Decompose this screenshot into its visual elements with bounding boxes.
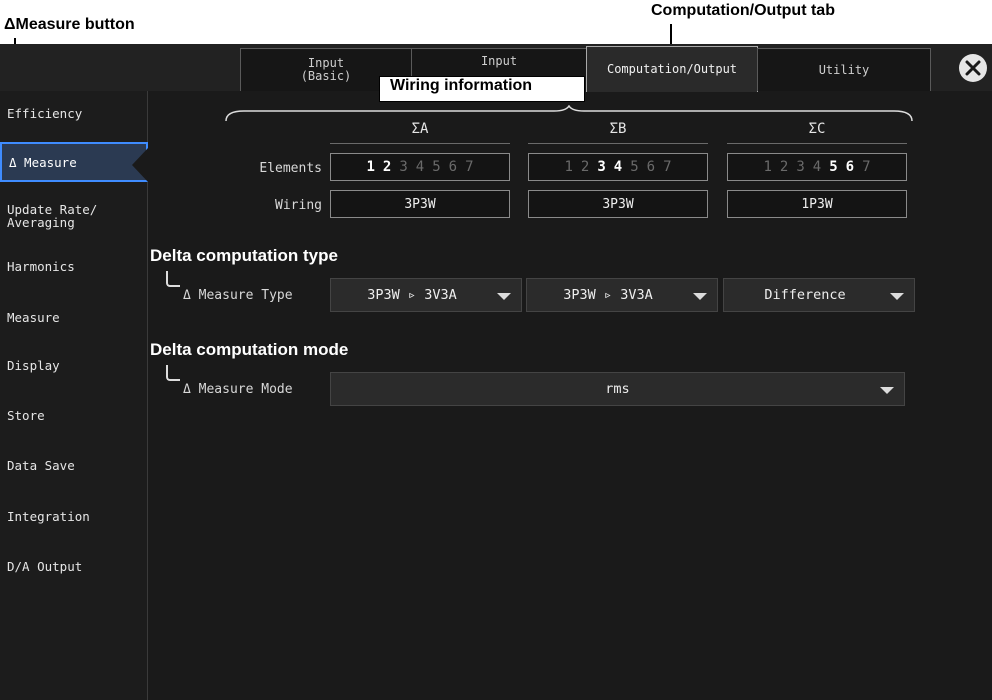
selection-notch-icon <box>132 148 148 182</box>
wiring-value-sigma-a: 3P3W <box>330 190 510 218</box>
element-number: 1 <box>564 159 573 175</box>
chevron-down-icon <box>890 293 904 300</box>
element-number: 5 <box>432 159 441 175</box>
element-number: 1 <box>763 159 772 175</box>
tab-computation-output[interactable]: Computation/Output <box>586 46 758 92</box>
elements-sigma-a: 1 2 3 4 5 6 7 <box>330 153 510 181</box>
computation-output-tab-callout: Computation/Output tab <box>651 2 835 19</box>
elbow-connector <box>166 365 180 381</box>
delta-measure-type-label: Δ Measure Type <box>183 288 293 303</box>
delta-type-dropdown-sigma-c[interactable]: Difference <box>723 278 915 312</box>
elements-sigma-c: 1 2 3 4 5 6 7 <box>727 153 907 181</box>
delta-type-section-title: Delta computation type <box>150 246 338 265</box>
element-number: 5 <box>829 159 838 175</box>
element-number: 2 <box>382 159 392 175</box>
sidebar-item-efficiency[interactable]: Efficiency <box>0 93 148 133</box>
delta-type-dropdown-sigma-b[interactable]: 3P3W ▹ 3V3A <box>526 278 718 312</box>
sidebar-item-store[interactable]: Store <box>0 395 148 435</box>
column-head-sigma-c: ΣC <box>808 121 826 137</box>
sidebar-item-display[interactable]: Display <box>0 345 148 385</box>
column-head-sigma-a: ΣA <box>411 121 429 137</box>
element-number: 4 <box>613 159 623 175</box>
element-number: 5 <box>630 159 639 175</box>
wiring-value-sigma-b: 3P3W <box>528 190 708 218</box>
column-head-sigma-b: ΣB <box>609 121 627 137</box>
sidebar-item-data-save[interactable]: Data Save <box>0 445 148 485</box>
sidebar-item-measure[interactable]: Measure <box>0 297 148 337</box>
element-number: 1 <box>366 159 375 175</box>
sidebar: Efficiency Δ Measure Update Rate/ Averag… <box>0 91 148 700</box>
sidebar-item-update-rate[interactable]: Update Rate/ Averaging <box>0 196 148 236</box>
elements-label: Elements <box>259 161 322 176</box>
delta-mode-section-title: Delta computation mode <box>150 340 349 359</box>
element-number: 3 <box>796 159 805 175</box>
element-number: 6 <box>646 159 656 175</box>
sidebar-item-integration[interactable]: Integration <box>0 496 148 536</box>
element-number: 2 <box>580 159 590 175</box>
column-divider <box>330 143 510 144</box>
element-number: 3 <box>399 159 408 175</box>
delta-measure-button-callout: ΔMeasure button <box>4 16 135 33</box>
element-number: 7 <box>862 159 871 175</box>
elements-sigma-b: 1 2 3 4 5 6 7 <box>528 153 708 181</box>
delta-mode-dropdown[interactable]: rms <box>330 372 905 406</box>
delta-measure-mode-label: Δ Measure Mode <box>183 382 293 397</box>
settings-screen: Input (Basic) Input Computation/Output U… <box>0 44 992 700</box>
column-divider <box>528 143 708 144</box>
close-button[interactable] <box>959 54 987 82</box>
element-number: 2 <box>779 159 789 175</box>
element-number: 4 <box>415 159 425 175</box>
element-number: 6 <box>845 159 855 175</box>
element-number: 7 <box>465 159 474 175</box>
settings-content: ΣA ΣB ΣC Elements 1 2 3 4 5 6 7 1 2 3 4 … <box>149 91 992 700</box>
close-icon <box>965 60 981 76</box>
element-number: 7 <box>663 159 672 175</box>
wiring-label: Wiring <box>275 198 322 213</box>
wiring-value-sigma-c: 1P3W <box>727 190 907 218</box>
chevron-down-icon <box>693 293 707 300</box>
sidebar-item-harmonics[interactable]: Harmonics <box>0 246 148 286</box>
tab-utility[interactable]: Utility <box>757 48 931 91</box>
element-number: 4 <box>812 159 822 175</box>
chevron-down-icon <box>880 387 894 394</box>
elbow-connector <box>166 271 180 287</box>
element-number: 6 <box>448 159 458 175</box>
chevron-down-icon <box>497 293 511 300</box>
delta-type-dropdown-sigma-a[interactable]: 3P3W ▹ 3V3A <box>330 278 522 312</box>
sidebar-item-delta-measure[interactable]: Δ Measure <box>0 142 148 182</box>
element-number: 3 <box>597 159 606 175</box>
sidebar-item-da-output[interactable]: D/A Output <box>0 546 148 586</box>
column-divider <box>727 143 907 144</box>
